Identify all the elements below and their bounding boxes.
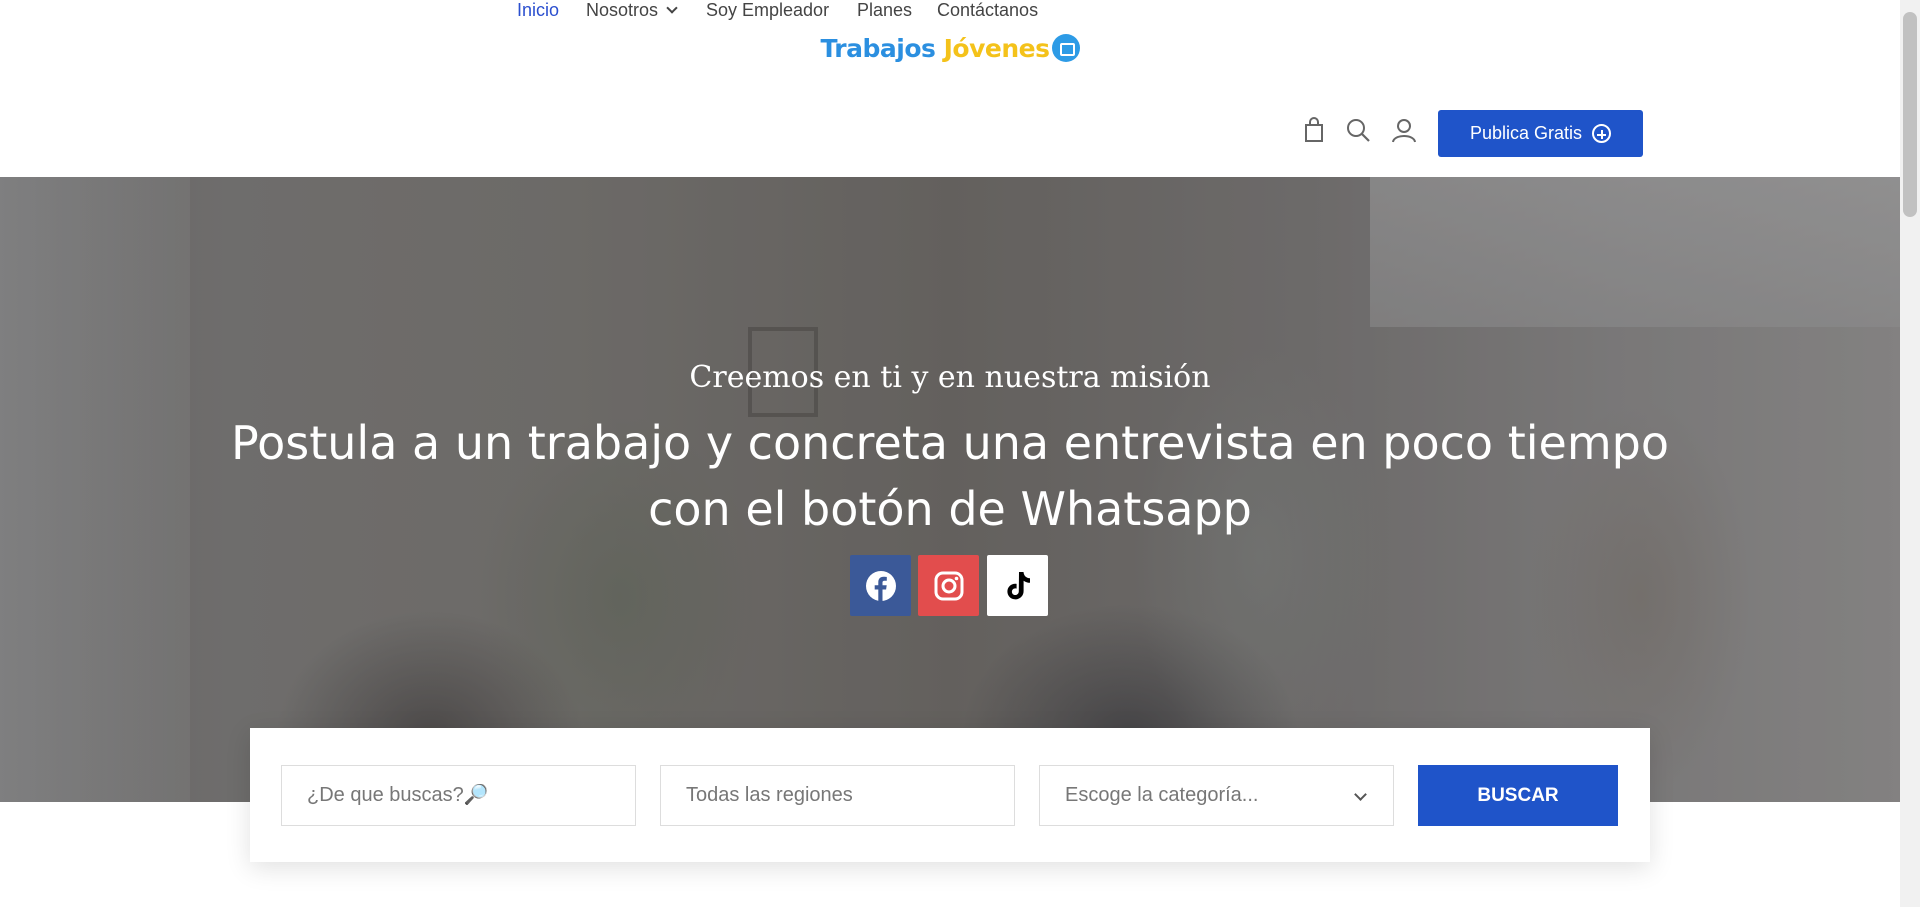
publish-free-label: Publica Gratis bbox=[1469, 123, 1583, 143]
category-select[interactable]: Escoge la categoría... bbox=[1039, 765, 1394, 826]
tiktok-button[interactable] bbox=[987, 555, 1048, 616]
nav-item-inicio[interactable]: Inicio bbox=[517, 0, 559, 21]
nav-item-nosotros-label: Nosotros bbox=[586, 0, 659, 20]
chevron-down-icon bbox=[666, 2, 678, 14]
region-field[interactable] bbox=[660, 765, 1015, 826]
publish-free-button[interactable]: Publica Gratis bbox=[1438, 110, 1643, 157]
scrollbar-thumb[interactable] bbox=[1903, 12, 1917, 217]
facebook-icon bbox=[865, 570, 896, 601]
site-header: Trabajos Jóvenes Inicio Nosotros Soy Emp… bbox=[0, 0, 1900, 177]
instagram-button[interactable] bbox=[918, 555, 979, 616]
search-button[interactable]: BUSCAR bbox=[1418, 765, 1618, 826]
keyword-input[interactable] bbox=[307, 784, 635, 807]
user-icon[interactable] bbox=[1390, 116, 1418, 144]
facebook-button[interactable] bbox=[850, 555, 911, 616]
tiktok-icon bbox=[1006, 571, 1030, 599]
nav-item-planes[interactable]: Planes bbox=[857, 0, 912, 21]
search-icon[interactable] bbox=[1344, 116, 1372, 144]
site-logo[interactable]: Trabajos Jóvenes bbox=[0, 34, 1900, 63]
briefcase-badge-icon bbox=[1051, 34, 1080, 62]
logo-word-jovenes: Jóvenes bbox=[943, 34, 1050, 63]
nav-item-soy-empleador[interactable]: Soy Empleador bbox=[706, 0, 829, 21]
hero-title: Postula a un trabajo y concreta una entr… bbox=[231, 416, 1669, 536]
category-select-value: Escoge la categoría... bbox=[1065, 784, 1259, 806]
hero-subtitle: Creemos en ti y en nuestra misión bbox=[689, 360, 1211, 395]
page: Trabajos Jóvenes Inicio Nosotros Soy Emp… bbox=[0, 0, 1920, 907]
keyword-field[interactable] bbox=[281, 765, 636, 826]
shopping-bag-icon[interactable] bbox=[1300, 116, 1328, 144]
job-search-form: Escoge la categoría... BUSCAR bbox=[250, 728, 1650, 862]
plus-circle-icon bbox=[1592, 124, 1612, 143]
chevron-down-icon bbox=[1354, 788, 1367, 801]
logo-word-trabajos: Trabajos bbox=[820, 34, 936, 63]
page-scrollbar[interactable] bbox=[1900, 0, 1920, 907]
region-input[interactable] bbox=[686, 784, 1014, 807]
nav-item-nosotros[interactable]: Nosotros bbox=[586, 0, 678, 21]
instagram-icon bbox=[934, 571, 963, 600]
nav-item-contactanos[interactable]: Contáctanos bbox=[937, 0, 1038, 21]
